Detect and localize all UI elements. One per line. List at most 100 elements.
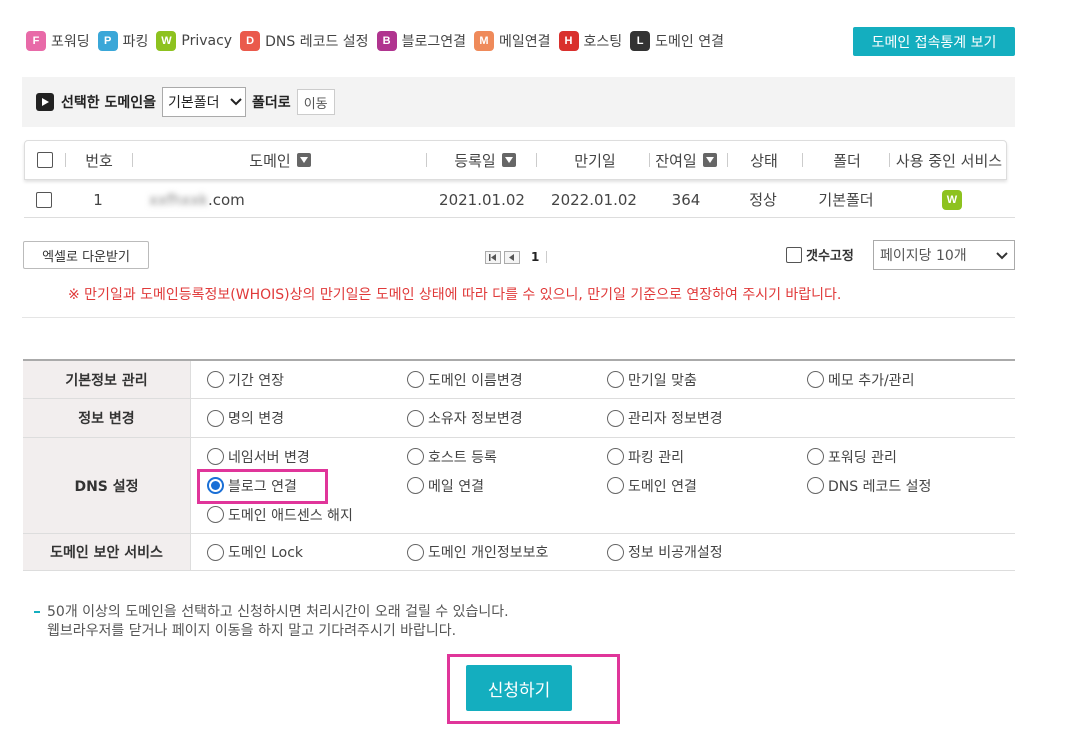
pagination: 1 [485,250,548,264]
legend-item: F 포워딩 [26,31,90,51]
radio-button[interactable] [607,448,624,465]
radio-button[interactable] [607,409,624,427]
move-button[interactable]: 이동 [296,89,335,115]
service-option[interactable]: 호스트 등록 [407,442,607,471]
domain-stats-button[interactable]: 도메인 접속통계 보기 [853,27,1015,56]
radio-button[interactable] [207,409,224,427]
chevron-down-icon [230,98,242,106]
service-option[interactable]: 포워딩 관리 [807,442,1007,471]
current-page[interactable]: 1 [531,250,539,264]
service-option[interactable]: 명의 변경 [207,404,407,433]
row-checkbox[interactable] [36,191,52,208]
legend-item: P 파킹 [97,31,148,51]
radio-button[interactable] [207,543,224,561]
service-option[interactable]: 네임서버 변경 [207,442,407,471]
prev-page-icon[interactable] [504,250,520,264]
service-option-label: 파킹 관리 [628,449,684,466]
service-option-label: 도메인 Lock [228,545,304,561]
header-domain[interactable]: 도메인 [205,141,355,179]
header-remaining[interactable]: 잔여일 [649,141,723,179]
legend-label: 도메인 연결 [655,34,724,50]
radio-button[interactable] [207,506,224,523]
count-fix[interactable]: 갯수고정 [786,245,854,264]
service-option[interactable]: 도메인 연결 [607,471,807,500]
service-row-label: 도메인 보안 서비스 [23,534,191,570]
radio-button[interactable] [407,448,424,465]
service-option-label: 호스트 등록 [428,449,497,466]
sort-icon[interactable] [296,153,311,167]
radio-button[interactable] [607,543,624,561]
select-all-checkbox[interactable] [37,152,53,168]
radio-button[interactable] [207,371,224,388]
service-option[interactable]: 만기일 맞춤 [607,365,807,394]
service-option[interactable]: 메모 추가/관리 [807,365,1007,394]
radio-button[interactable] [807,371,824,388]
service-option-label: 메일 연결 [428,478,484,495]
service-option[interactable]: 도메인 개인정보보호 [407,538,607,567]
radio-button[interactable] [207,448,224,465]
sort-icon[interactable] [501,153,516,167]
service-row-label: 정보 변경 [23,399,191,437]
legend-badge-icon: B [376,31,397,51]
service-option-label: 소유자 정보변경 [428,411,523,427]
radio-button[interactable] [607,477,624,494]
table-row[interactable]: 1 xxfhxxk .com 2021.01.02 2022.01.02 364 … [24,182,1015,218]
service-option[interactable]: DNS 레코드 설정 [807,471,1007,500]
service-row: DNS 설정 네임서버 변경 호스트 등록 파킹 관리 포워딩 관리블로그 연결 메일 연… [23,438,1015,534]
service-row-label: DNS 설정 [23,438,191,533]
legend-badge-icon: P [97,31,118,51]
legend-item: H 호스팅 [558,31,622,51]
service-option[interactable]: 소유자 정보변경 [407,404,607,433]
radio-button[interactable] [407,371,424,388]
service-option-label: 기간 연장 [228,372,284,389]
expiry-notice: ※ 만기일과 도메인등록정보(WHOIS)상의 만기일은 도메인 상태에 따라 … [68,287,842,303]
service-option[interactable]: 관리자 정보변경 [607,404,807,433]
service-option[interactable]: 메일 연결 [407,471,607,500]
service-option[interactable]: 도메인 이름변경 [407,365,607,394]
service-option[interactable]: 정보 비공개설정 [607,538,807,567]
service-option[interactable]: 파킹 관리 [607,442,807,471]
excel-download-button[interactable]: 엑셀로 다운받기 [23,241,149,269]
domain-tld: .com [207,190,245,209]
privacy-badge-icon: W [942,189,962,210]
service-option[interactable]: 기간 연장 [207,365,407,394]
move-folder-bar: 선택한 도메인을 기본폴더 폴더로 이동 [22,77,1015,127]
legend-label: 블로그연결 [401,34,466,50]
service-option[interactable]: 도메인 Lock [207,538,407,567]
sort-icon[interactable] [702,153,717,167]
header-registered[interactable]: 등록일 [435,141,535,179]
service-row: 도메인 보안 서비스 도메인 Lock 도메인 개인정보보호 정보 비공개설정 [23,534,1015,571]
service-option-label: 정보 비공개설정 [628,545,723,561]
legend-label: 메일연결 [498,34,551,50]
domain-name-blurred: xxfhxxk [149,190,208,209]
service-row-label: 기본정보 관리 [23,361,191,398]
radio-button[interactable] [407,409,424,427]
radio-button[interactable] [607,371,624,388]
row-status: 정상 [749,191,777,209]
radio-button[interactable] [407,543,424,561]
chevron-down-icon [996,252,1008,260]
apply-button[interactable]: 신청하기 [466,665,572,711]
service-option[interactable]: 도메인 애드센스 해지 [207,500,407,529]
header-number: 번호 [85,151,113,170]
legend-label: DNS 레코드 설정 [265,34,369,50]
move-suffix: 폴더로 [252,95,291,111]
row-number: 1 [93,190,103,209]
first-page-icon[interactable] [485,250,501,264]
row-domain[interactable]: xxfhxxk .com [149,182,269,217]
service-option-label: 포워딩 관리 [828,449,897,466]
radio-button[interactable] [407,477,424,494]
count-fix-checkbox[interactable] [786,246,802,263]
folder-select[interactable]: 기본폴더 [162,87,247,117]
per-page-value: 페이지당 10개 [880,248,967,264]
legend-label: 포워딩 [51,34,90,50]
radio-button[interactable] [807,448,824,465]
per-page-select[interactable]: 페이지당 10개 [873,240,1015,270]
service-row: 기본정보 관리 기간 연장 도메인 이름변경 만기일 맞춤 메모 추가/관리 [23,361,1015,399]
radio-button[interactable] [207,477,224,494]
count-fix-label: 갯수고정 [806,249,854,264]
radio-button[interactable] [807,477,824,494]
service-option[interactable]: 블로그 연결 [207,471,407,500]
service-option-label: 도메인 애드센스 해지 [228,507,353,524]
legend-badge-icon: W [156,31,177,51]
